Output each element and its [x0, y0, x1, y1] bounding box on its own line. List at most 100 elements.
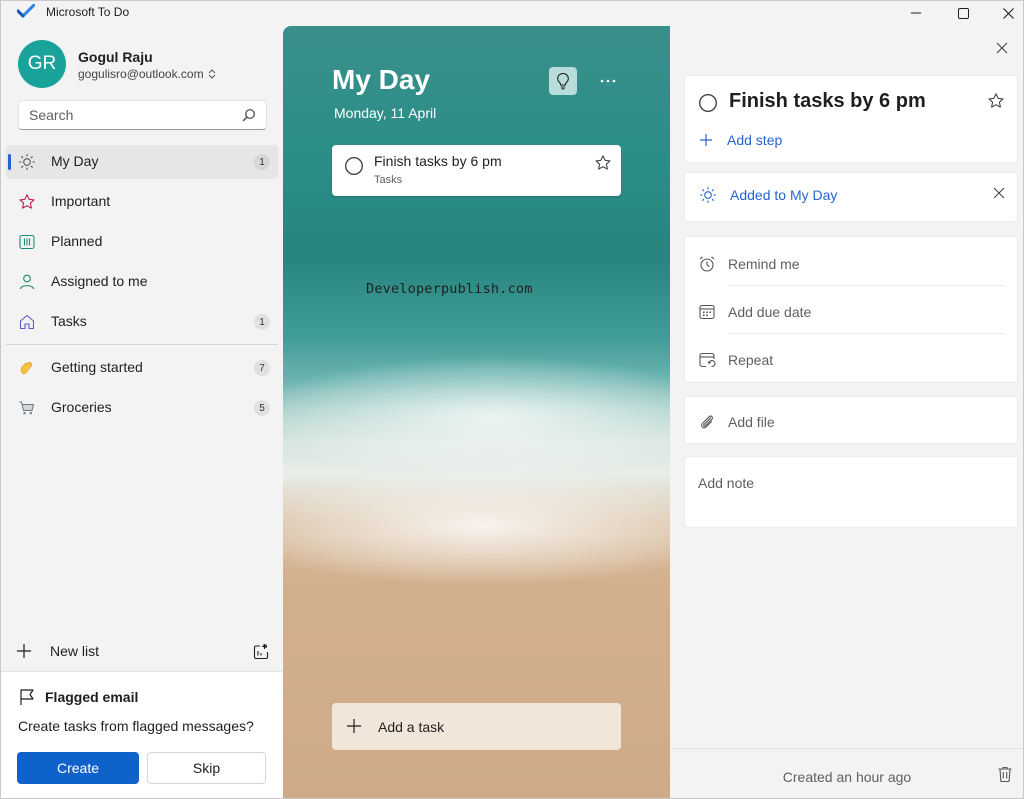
avatar[interactable]: GR	[18, 40, 66, 88]
sidebar-item-label: Planned	[51, 233, 103, 249]
background-image	[283, 356, 670, 476]
minimize-button[interactable]	[893, 0, 939, 26]
new-list-row: New list	[6, 635, 278, 669]
home-icon	[18, 313, 36, 331]
star-icon[interactable]	[987, 92, 1005, 110]
sun-icon	[18, 153, 36, 171]
repeat-label: Repeat	[728, 352, 774, 368]
new-list-label: New list	[50, 643, 100, 659]
search-box[interactable]	[18, 100, 267, 130]
close-icon	[1002, 7, 1014, 19]
page-title: My Day	[332, 64, 431, 95]
sidebar-item-groceries[interactable]: Groceries 5	[6, 391, 278, 425]
task-item[interactable]: Finish tasks by 6 pm Tasks	[332, 145, 621, 196]
maximize-button[interactable]	[940, 0, 986, 26]
add-due-date-button[interactable]: Add due date	[685, 287, 1019, 335]
more-icon	[600, 79, 616, 83]
close-detail-button[interactable]	[992, 38, 1012, 58]
add-step-label: Add step	[727, 132, 783, 148]
add-note-placeholder: Add note	[698, 475, 755, 491]
task-detail-title[interactable]: Finish tasks by 6 pm	[729, 90, 926, 113]
window-title: Microsoft To Do	[46, 5, 130, 19]
person-icon	[18, 273, 36, 291]
title-bar: Microsoft To Do	[0, 0, 1024, 26]
close-window-button[interactable]	[985, 0, 1024, 26]
sidebar-item-my-day[interactable]: My Day 1	[6, 145, 278, 179]
dates-card: Remind me Add due date Repeat	[684, 236, 1018, 383]
sidebar-item-tasks[interactable]: Tasks 1	[6, 305, 278, 339]
remove-from-my-day-button[interactable]	[993, 187, 1005, 199]
add-task-label: Add a task	[378, 719, 445, 735]
create-button[interactable]: Create	[17, 752, 139, 784]
my-day-panel: My Day Monday, 11 April Finish tasks by …	[283, 26, 670, 799]
flag-icon	[18, 688, 36, 706]
flagged-email-description: Create tasks from flagged messages?	[18, 718, 254, 734]
star-icon	[18, 193, 36, 211]
paperclip-icon	[698, 413, 716, 431]
minimize-icon	[911, 8, 921, 18]
added-to-my-day[interactable]: Added to My Day	[699, 186, 837, 204]
repeat-calendar-icon	[698, 351, 716, 369]
count-badge: 1	[254, 314, 270, 330]
trash-icon	[996, 765, 1014, 783]
new-list-button[interactable]: New list	[6, 635, 236, 669]
suggestions-button[interactable]	[549, 67, 577, 95]
account-switcher[interactable]: gogulisro@outlook.com	[78, 67, 216, 81]
add-task-input[interactable]: Add a task	[332, 703, 621, 750]
sidebar-item-label: Tasks	[51, 313, 87, 329]
new-group-button[interactable]	[250, 641, 272, 663]
sidebar-item-getting-started[interactable]: Getting started 7	[6, 351, 278, 385]
new-group-icon	[252, 643, 270, 661]
lightbulb-icon	[555, 72, 571, 90]
todo-check-icon	[17, 4, 35, 18]
sidebar-divider	[6, 344, 278, 345]
count-badge: 1	[254, 154, 270, 170]
flagged-email-card: Flagged email Create tasks from flagged …	[0, 671, 283, 799]
page-date: Monday, 11 April	[334, 105, 437, 121]
watermark-text: Developerpublish.com	[366, 281, 533, 297]
my-day-label: Added to My Day	[730, 187, 838, 203]
user-email: gogulisro@outlook.com	[78, 67, 204, 81]
remind-me-label: Remind me	[728, 256, 800, 272]
sidebar-item-label: Assigned to me	[51, 273, 148, 289]
plus-icon	[346, 718, 362, 734]
add-file-label: Add file	[728, 414, 775, 430]
add-file-button[interactable]: Add file	[685, 397, 1019, 445]
skip-button[interactable]: Skip	[147, 752, 266, 784]
chevron-updown-icon	[208, 69, 216, 79]
delete-task-button[interactable]	[996, 765, 1014, 783]
search-icon[interactable]	[242, 108, 256, 122]
sidebar: GR Gogul Raju gogulisro@outlook.com My D…	[0, 26, 283, 799]
created-timestamp: Created an hour ago	[782, 769, 912, 785]
note-card[interactable]: Add note	[684, 456, 1018, 528]
sidebar-item-assigned-to-me[interactable]: Assigned to me	[6, 265, 278, 299]
close-icon	[996, 42, 1008, 54]
sidebar-item-label: Important	[51, 193, 111, 209]
avatar-initials: GR	[27, 53, 57, 74]
remind-me-button[interactable]: Remind me	[685, 239, 1019, 287]
sidebar-item-important[interactable]: Important	[6, 185, 278, 219]
active-indicator	[8, 154, 11, 170]
calendar-grid-icon	[18, 233, 36, 251]
file-card: Add file	[684, 396, 1018, 444]
task-detail-pane: Finish tasks by 6 pm Add step Added to M…	[670, 26, 1024, 799]
add-step-button[interactable]: Add step	[699, 132, 782, 148]
repeat-button[interactable]: Repeat	[685, 335, 1019, 383]
detail-footer: Created an hour ago	[670, 748, 1024, 799]
complete-checkbox[interactable]	[344, 156, 364, 176]
complete-checkbox[interactable]	[698, 93, 718, 113]
sidebar-item-label: My Day	[51, 153, 99, 169]
plus-icon	[699, 133, 713, 147]
alarm-clock-icon	[698, 255, 716, 273]
sidebar-item-label: Groceries	[51, 399, 112, 415]
maximize-icon	[957, 7, 969, 19]
flagged-email-title: Flagged email	[45, 689, 139, 705]
calendar-icon	[698, 303, 716, 321]
sidebar-item-planned[interactable]: Planned	[6, 225, 278, 259]
my-day-card: Added to My Day	[684, 172, 1018, 222]
task-detail-card: Finish tasks by 6 pm Add step	[684, 75, 1018, 163]
more-options-button[interactable]	[595, 70, 621, 92]
sidebar-item-label: Getting started	[51, 359, 143, 375]
search-input[interactable]	[29, 107, 229, 123]
star-icon[interactable]	[594, 154, 612, 172]
